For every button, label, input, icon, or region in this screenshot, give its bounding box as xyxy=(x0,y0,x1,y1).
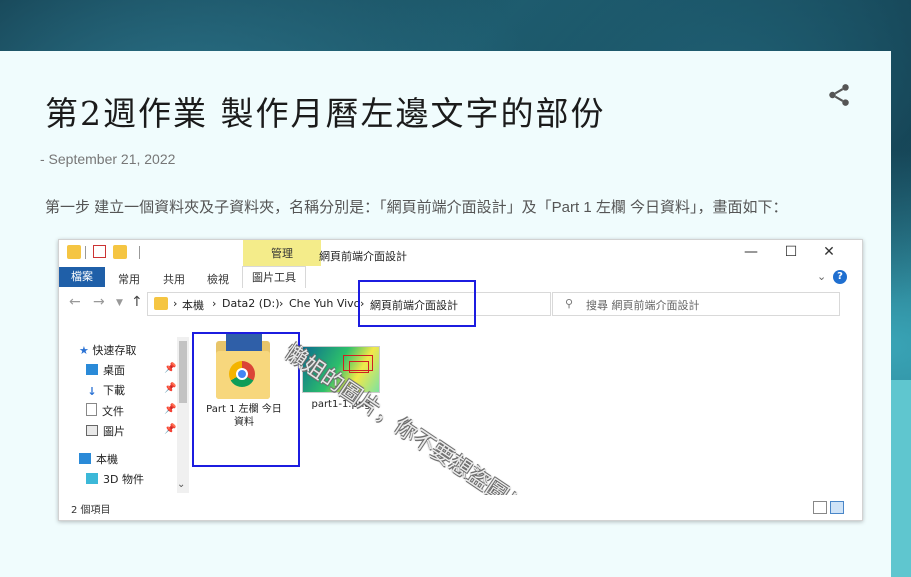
minimize-icon: — xyxy=(744,244,758,260)
folder-icon xyxy=(67,245,81,259)
nav-label: 3D 物件 xyxy=(103,473,144,486)
background-accent xyxy=(891,380,911,577)
crumb-drive: Data2 (D:) xyxy=(222,297,280,310)
post-date[interactable]: - September 21, 2022 xyxy=(40,151,175,167)
tab-file: 檔案 xyxy=(59,267,105,287)
chevron-down-icon: ⌄ xyxy=(177,479,186,490)
nav-desktop: 桌面 xyxy=(86,362,125,378)
explorer-titlebar: 管理 網頁前端介面設計 — ☐ ✕ xyxy=(59,240,862,266)
crumb-separator: › xyxy=(173,297,178,310)
chevron-down-icon: ⌄ xyxy=(817,270,827,283)
post-title: 第2週作業 製作月曆左邊文字的部份 xyxy=(45,94,606,133)
navigation-pane: ★ 快速存取 桌面 ↓ 下載 文件 圖片 📌 📌 📌 📌 本機 3D 物件 xyxy=(59,318,191,495)
window-title: 網頁前端介面設計 xyxy=(319,250,407,263)
crumb-separator: › xyxy=(212,297,217,310)
tab-picture-tools: 圖片工具 xyxy=(242,266,306,289)
nav-3d-objects: 3D 物件 xyxy=(86,471,144,487)
explorer-screenshot: 管理 網頁前端介面設計 — ☐ ✕ 檔案 常用 共用 檢視 圖片工具 ⌄ ? ←… xyxy=(58,239,863,521)
document-icon xyxy=(86,403,97,416)
star-icon: ★ xyxy=(79,344,89,357)
highlight-box-address xyxy=(358,280,476,327)
recent-dropdown-icon: ▼ xyxy=(116,298,123,308)
pin-icon: 📌 xyxy=(164,383,177,394)
forward-icon: → xyxy=(93,294,105,310)
nav-label: 圖片 xyxy=(103,425,125,438)
search-box: ⚲ 搜尋 網頁前端介面設計 xyxy=(552,292,840,316)
nav-label: 桌面 xyxy=(103,364,125,377)
download-icon: ↓ xyxy=(87,385,97,398)
pin-icon: 📌 xyxy=(164,404,177,415)
picture-icon xyxy=(86,425,98,436)
up-icon: ↑ xyxy=(131,294,143,310)
nav-label: 快速存取 xyxy=(92,344,137,357)
address-bar: › 本機 › Data2 (D:) › Che Yuh Vivo › 網頁前端介… xyxy=(147,292,627,316)
tab-home: 常用 xyxy=(118,273,140,286)
properties-icon xyxy=(93,245,106,258)
computer-icon xyxy=(79,453,91,464)
details-view-icon xyxy=(813,501,827,514)
separator xyxy=(85,246,86,259)
nav-this-pc: 本機 xyxy=(79,451,118,467)
help-icon: ? xyxy=(833,270,847,284)
item-count: 2 個項目 xyxy=(71,505,111,516)
share-icon[interactable] xyxy=(826,82,852,108)
separator xyxy=(139,246,140,259)
folder-icon xyxy=(154,297,168,310)
crumb-folder: Che Yuh Vivo xyxy=(289,297,359,310)
desktop-icon xyxy=(86,364,98,375)
tab-view: 檢視 xyxy=(207,273,229,286)
new-folder-icon xyxy=(113,245,127,259)
nav-pictures: 圖片 xyxy=(86,423,125,439)
cube-icon xyxy=(86,473,98,484)
tab-share: 共用 xyxy=(163,273,185,286)
search-placeholder: 搜尋 網頁前端介面設計 xyxy=(586,299,700,312)
large-icons-view-icon xyxy=(830,501,844,514)
status-bar: 2 個項目 xyxy=(59,495,862,520)
nav-scrollbar-thumb xyxy=(179,341,187,403)
nav-label: 本機 xyxy=(96,453,118,466)
nav-downloads: ↓ 下載 xyxy=(86,382,125,398)
nav-documents: 文件 xyxy=(86,403,124,419)
manage-tab: 管理 xyxy=(243,240,321,266)
back-icon: ← xyxy=(69,294,81,310)
post-paragraph: 第一步 建立一個資料夾及子資料夾，名稱分別是：「網頁前端介面設計」及「Part … xyxy=(45,199,788,216)
pin-icon: 📌 xyxy=(164,363,177,374)
maximize-icon: ☐ xyxy=(784,244,798,260)
pin-icon: 📌 xyxy=(164,424,177,435)
nav-label: 文件 xyxy=(102,405,124,418)
nav-quick-access: ★ 快速存取 xyxy=(79,342,136,358)
crumb-separator: › xyxy=(279,297,284,310)
search-icon: ⚲ xyxy=(565,297,574,310)
crumb-this-pc: 本機 xyxy=(182,299,204,312)
close-icon: ✕ xyxy=(823,244,835,260)
nav-label: 下載 xyxy=(103,384,125,397)
